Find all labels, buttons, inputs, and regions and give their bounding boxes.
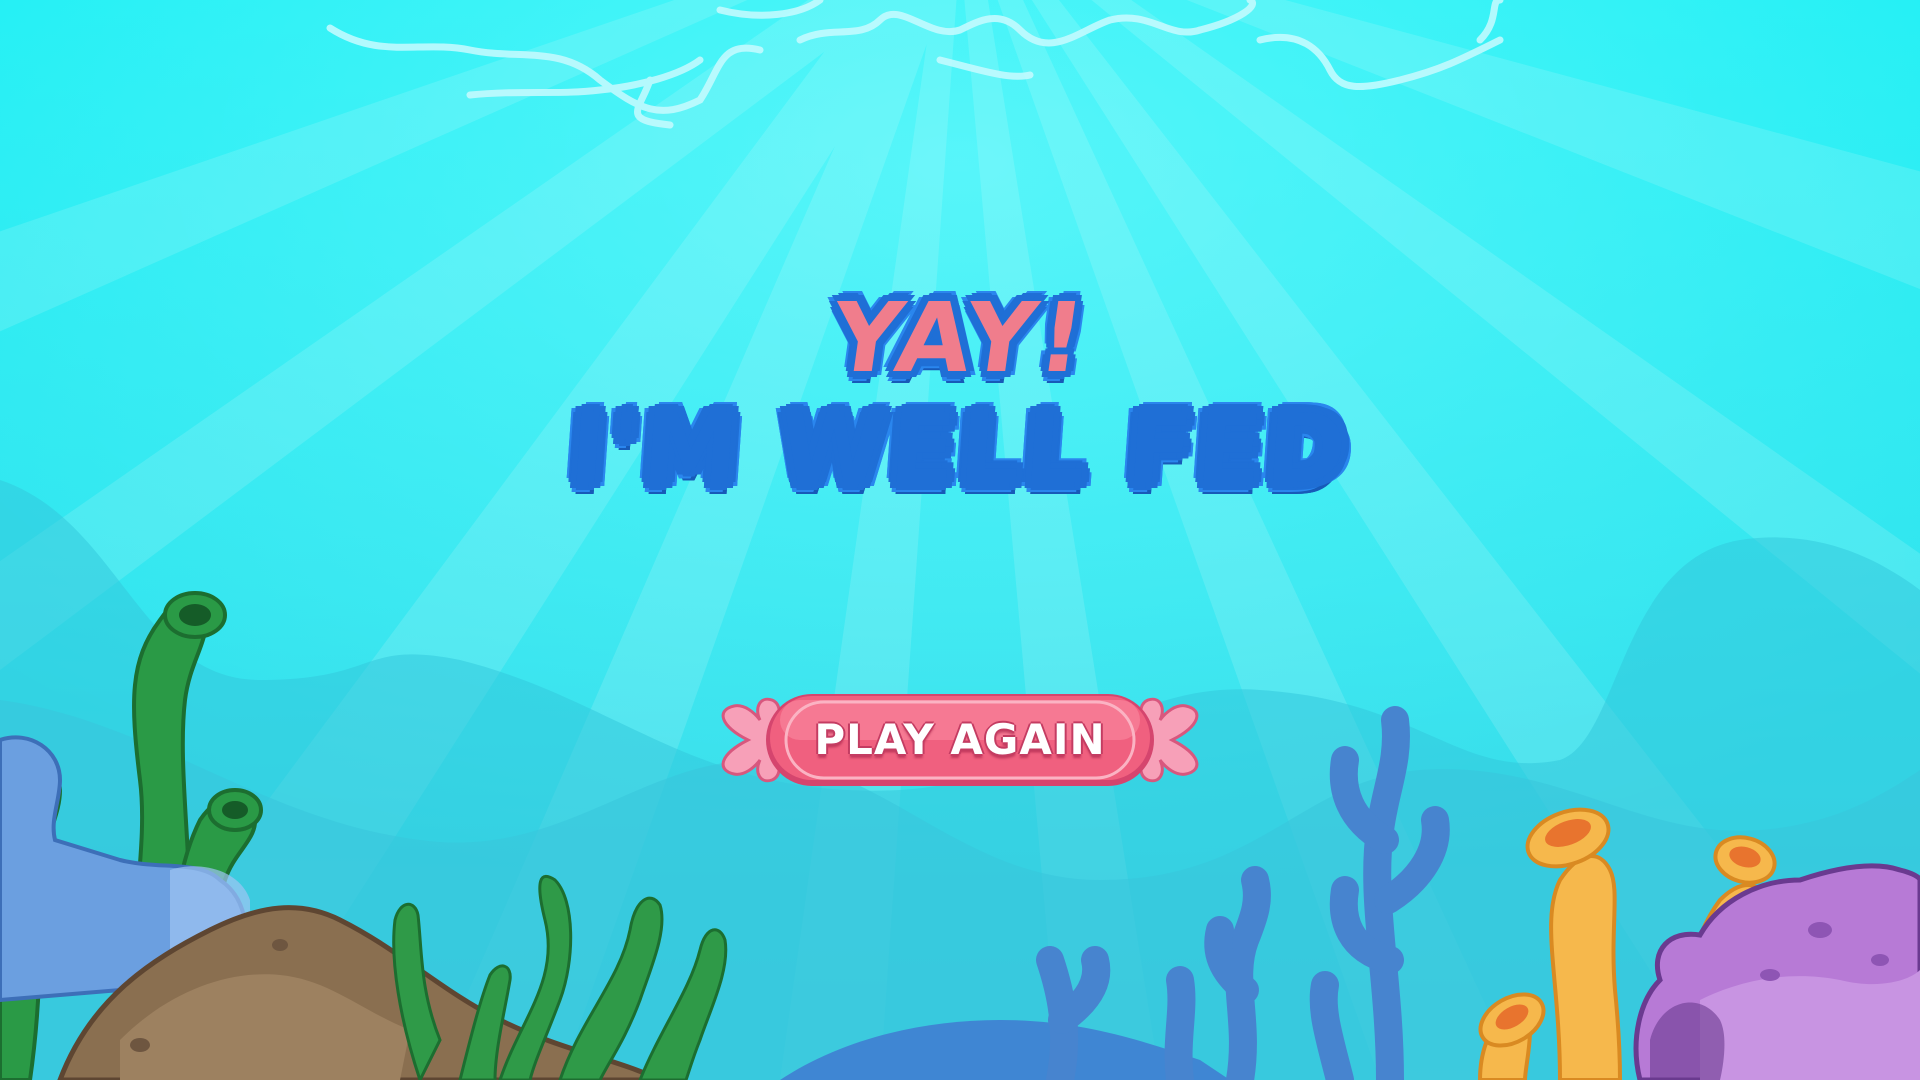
play-again-button[interactable]: PLAY AGAIN [720, 686, 1200, 794]
title-yay-text: YAY! [824, 282, 1096, 394]
play-again-label: PLAY AGAIN [814, 715, 1106, 764]
title-line-yay: YAY! [0, 282, 1920, 394]
title-well-fed-text: I'M WELL FED [566, 393, 1354, 505]
underwater-background [0, 0, 1920, 1080]
game-over-screen: YAY! I'M WELL FED I'M WELL FED PLAY AGAI… [0, 0, 1920, 1080]
title-well-fed-wrap: I'M WELL FED I'M WELL FED [566, 393, 1354, 505]
title-line-well-fed: I'M WELL FED I'M WELL FED [0, 393, 1920, 505]
